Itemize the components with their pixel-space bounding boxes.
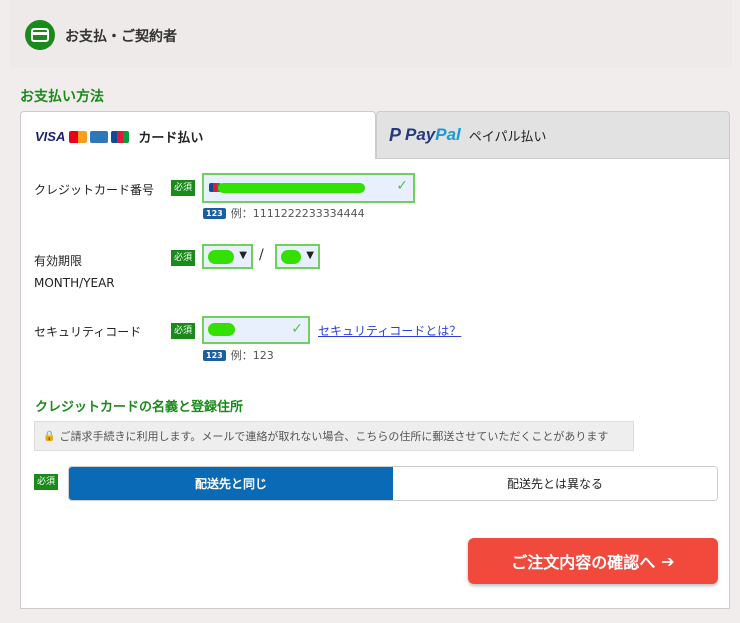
security-code-label: セキュリティコード <box>34 325 142 339</box>
redacted-security-code <box>208 323 235 336</box>
check-icon: ✓ <box>396 178 408 194</box>
chevron-down-icon: ▼ <box>239 250 247 261</box>
tab-card-label: カード払い <box>138 131 204 146</box>
required-badge: 必須 <box>171 323 196 339</box>
security-code-hint: 123 例：123 <box>203 347 274 363</box>
paypal-logo: PayPal <box>405 125 461 145</box>
card-number-example: 例：1111222233334444 <box>230 207 365 220</box>
amex-icon <box>90 130 109 143</box>
expiry-separator: / <box>259 247 264 263</box>
address-notice: 🔒 ご請求手続きに利用します。メールで連絡が取れない場合、こちらの住所に郵送させ… <box>34 421 634 451</box>
card-number-hint: 123 例：1111222233334444 <box>203 205 365 221</box>
paypal-icon: P <box>389 124 402 145</box>
expiry-label: 有効期限 <box>34 254 83 268</box>
address-notice-text: ご請求手続きに利用します。メールで連絡が取れない場合、こちらの住所に郵送させてい… <box>59 430 609 443</box>
paypal-logo-pay: Pay <box>405 125 436 144</box>
chevron-down-icon: ▼ <box>306 250 314 261</box>
security-code-example: 例：123 <box>230 349 274 362</box>
expiry-sub-label: MONTH/YEAR <box>34 276 115 290</box>
number-hint-icon: 123 <box>203 349 226 361</box>
required-badge: 必須 <box>171 250 196 266</box>
required-badge: 必須 <box>171 180 196 196</box>
card-number-input[interactable]: ✓ <box>202 173 415 203</box>
mastercard-icon <box>69 130 88 143</box>
tab-paypal-payment[interactable]: P PayPal ペイパル払い <box>376 111 730 159</box>
expiry-month-select[interactable]: ▼ <box>202 244 253 269</box>
confirm-order-button[interactable]: ご注文内容の確認へ ➔ <box>468 538 718 584</box>
credit-card-icon <box>25 20 55 50</box>
arrow-right-icon: ➔ <box>661 551 675 571</box>
visa-logo: VISA <box>35 129 66 144</box>
check-icon: ✓ <box>291 321 303 337</box>
required-badge: 必須 <box>34 474 59 490</box>
payment-method-title: お支払い方法 <box>20 89 104 105</box>
lock-icon: 🔒 <box>43 430 56 442</box>
paypal-logo-pal: Pal <box>435 125 461 144</box>
security-code-input[interactable]: ✓ <box>202 316 310 344</box>
redacted-card-number <box>218 183 365 193</box>
redacted-month <box>208 250 234 264</box>
confirm-order-label: ご注文内容の確認へ <box>511 553 656 572</box>
security-code-help-link[interactable]: セキュリティコードとは？ <box>318 322 461 339</box>
expiry-year-select[interactable]: ▼ <box>275 244 320 269</box>
card-number-label: クレジットカード番号 <box>34 183 155 197</box>
page-header: お支払・ご契約者 <box>10 0 732 68</box>
tab-paypal-label: ペイパル払い <box>468 129 547 145</box>
jcb-icon <box>111 130 130 143</box>
same-as-shipping-button[interactable]: 配送先と同じ <box>69 467 393 500</box>
page-title: お支払・ご契約者 <box>65 29 177 45</box>
tab-card-payment[interactable]: VISA カード払い <box>20 111 376 161</box>
redacted-year <box>281 250 301 264</box>
number-hint-icon: 123 <box>203 207 226 219</box>
different-from-shipping-button[interactable]: 配送先とは異なる <box>393 467 717 500</box>
card-holder-title: クレジットカードの名義と登録住所 <box>35 400 244 415</box>
billing-address-toggle: 配送先と同じ 配送先とは異なる <box>68 466 718 501</box>
